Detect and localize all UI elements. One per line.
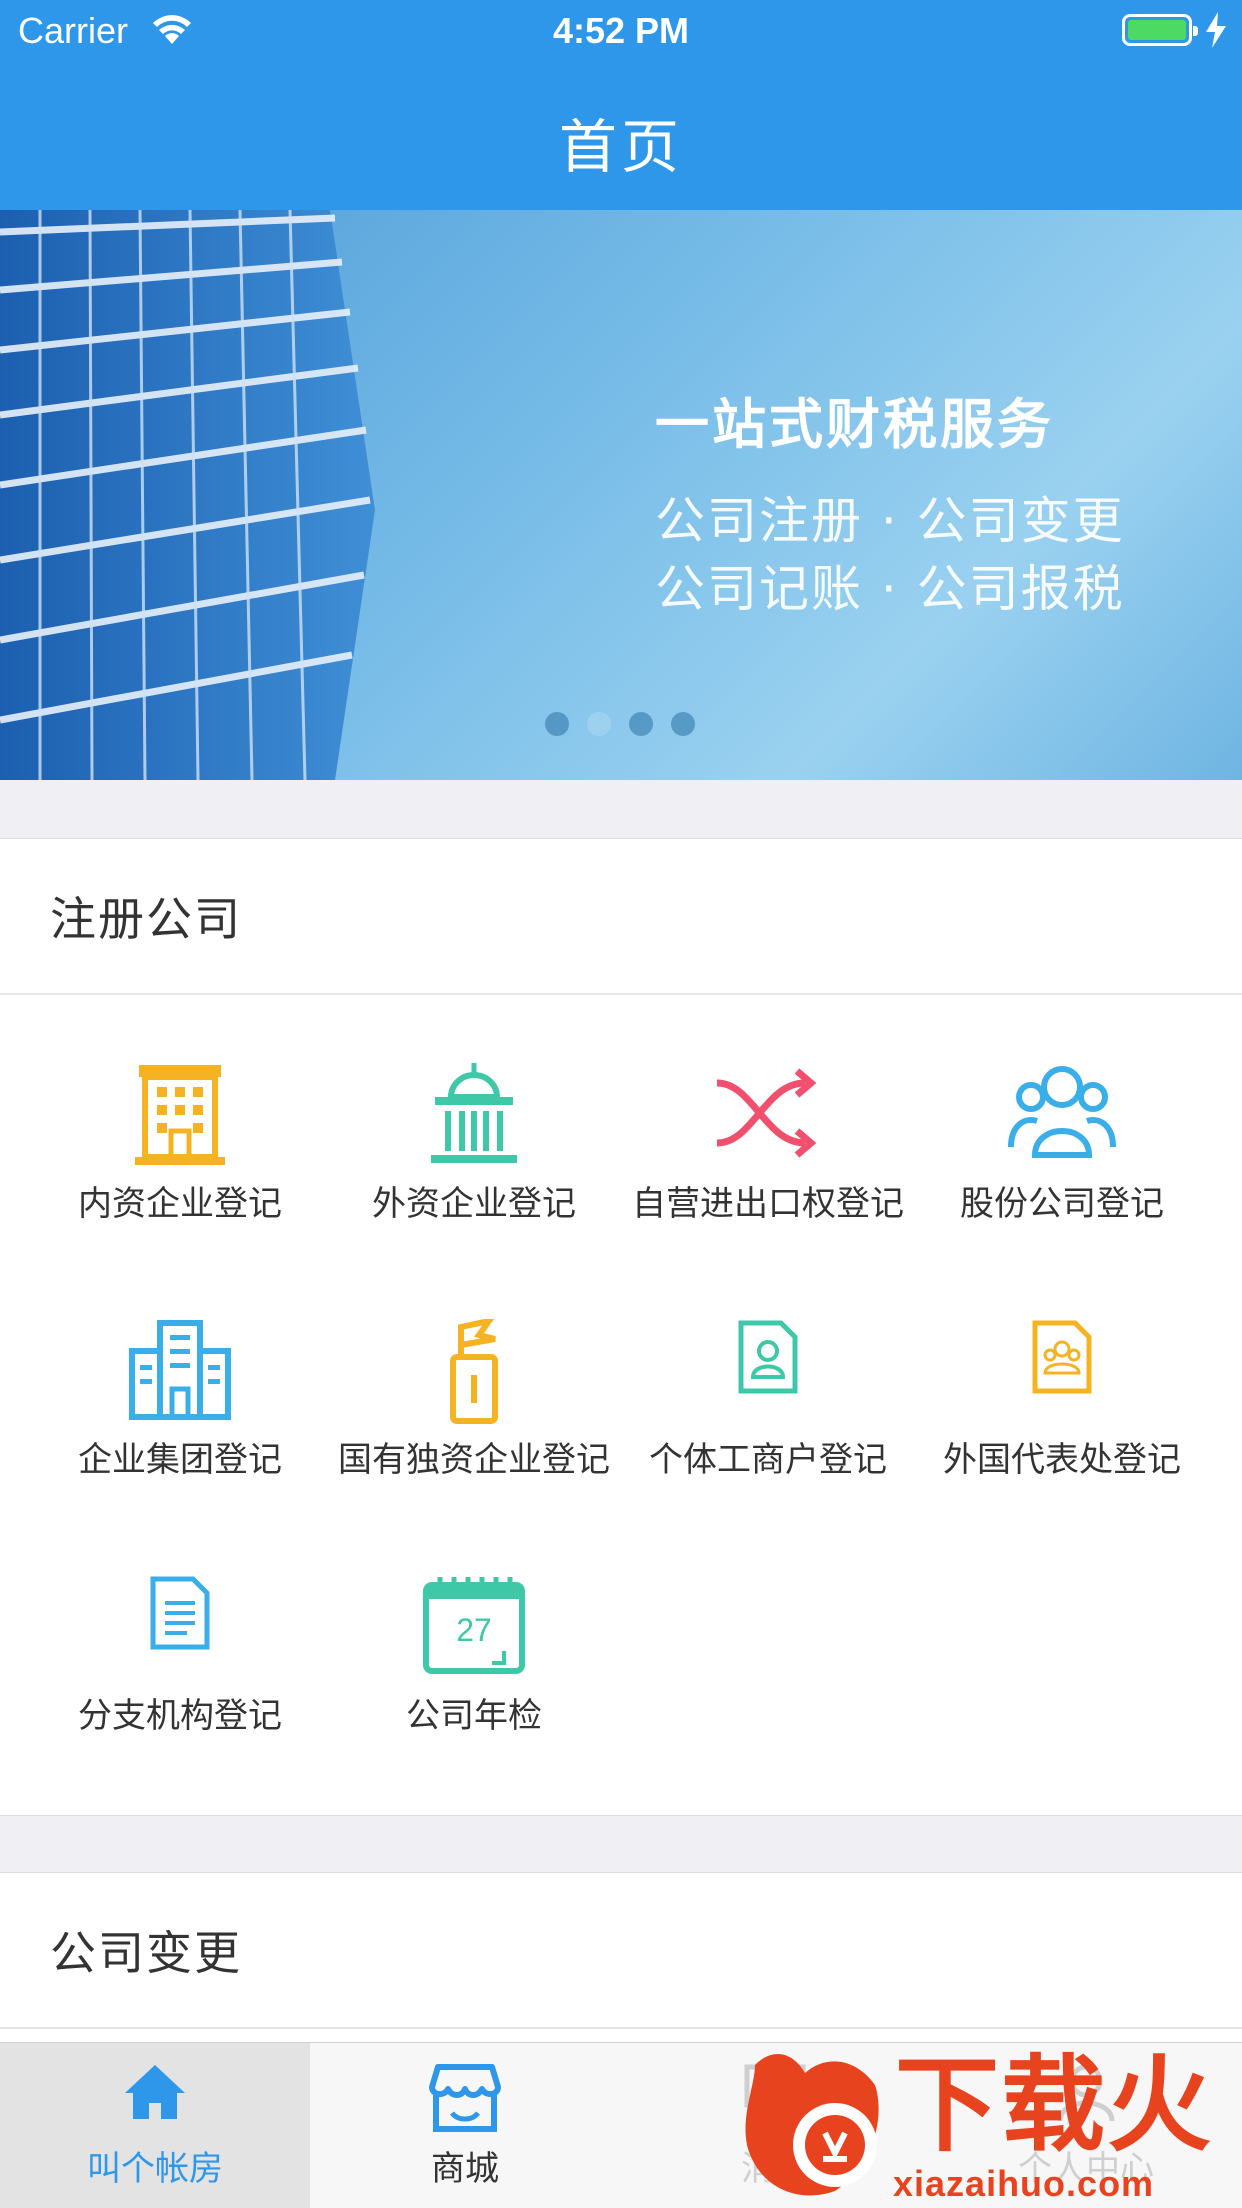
section-header: 注册公司 xyxy=(0,839,1242,995)
service-label: 股份公司登记 xyxy=(960,1184,1164,1224)
service-item-rep-office[interactable]: 外国代表处登记 xyxy=(915,1319,1209,1483)
tab-label: 商城 xyxy=(431,2149,499,2189)
service-label: 公司年检 xyxy=(406,1696,542,1736)
page-dot[interactable] xyxy=(545,712,569,736)
page-title: 首页 xyxy=(558,113,683,181)
register-company-section: 注册公司 内资企业登记 外资企业登记 自营进出口权登记 股份公司登记 企业集团登… xyxy=(0,838,1242,1816)
watermark: 下载火 xiazaihuo.com xyxy=(735,2045,1242,2208)
store-icon xyxy=(429,2064,501,2132)
page-dot[interactable] xyxy=(671,712,695,736)
service-label: 外资企业登记 xyxy=(372,1184,576,1224)
clock: 4:52 PM xyxy=(552,10,690,51)
watermark-logo-icon xyxy=(745,2053,879,2196)
service-label: 企业集团登记 xyxy=(78,1440,282,1480)
service-label: 个体工商户登记 xyxy=(649,1440,887,1480)
tab-label: 叫个帐房 xyxy=(87,2149,223,2189)
section-title: 公司变更 xyxy=(50,1926,242,1980)
top-bar: Carrier 4:52 PM 首页 xyxy=(0,0,1242,210)
promo-banner[interactable]: 一站式财税服务 公司注册 · 公司变更 公司记账 · 公司报税 xyxy=(0,210,1242,780)
service-label: 国有独资企业登记 xyxy=(338,1440,610,1480)
service-item-domestic[interactable]: 内资企业登记 xyxy=(33,1063,327,1227)
service-label: 外国代表处登记 xyxy=(943,1440,1181,1480)
service-item-individual[interactable]: 个体工商户登记 xyxy=(621,1319,915,1483)
shuffle-arrows-icon xyxy=(716,1068,817,1158)
service-item-foreign[interactable]: 外资企业登记 xyxy=(327,1063,621,1227)
service-item-joint-stock[interactable]: 股份公司登记 xyxy=(915,1063,1209,1227)
page-dot-active[interactable] xyxy=(587,712,611,736)
government-building-icon xyxy=(431,1063,517,1163)
home-icon xyxy=(125,2065,185,2119)
service-item-branch[interactable]: 分支机构登记 xyxy=(33,1575,327,1739)
flag-tower-icon xyxy=(450,1319,498,1424)
watermark-url: xiazaihuo.com xyxy=(893,2163,1155,2204)
group-people-icon xyxy=(1008,1066,1116,1158)
city-buildings-icon xyxy=(129,1320,231,1420)
service-item-import-export[interactable]: 自营进出口权登记 xyxy=(621,1063,915,1227)
tab-home[interactable]: 叫个帐房 xyxy=(0,2043,310,2208)
status-bar: Carrier 4:52 PM xyxy=(0,0,1242,62)
service-label: 内资企业登记 xyxy=(78,1184,282,1224)
service-item-annual-inspection[interactable]: 27 公司年检 xyxy=(327,1575,621,1739)
charging-bolt-icon xyxy=(1206,12,1226,48)
calendar-icon: 27 xyxy=(423,1577,525,1674)
service-label: 分支机构登记 xyxy=(78,1696,282,1736)
page-indicator[interactable] xyxy=(545,712,695,736)
tab-store[interactable]: 商城 xyxy=(310,2043,620,2208)
page-dot[interactable] xyxy=(629,712,653,736)
office-building-icon xyxy=(135,1065,225,1165)
text-document-icon xyxy=(150,1576,210,1650)
group-document-icon xyxy=(1032,1320,1092,1394)
banner-line-2: 公司记账 · 公司报税 xyxy=(655,560,1125,618)
person-id-document-icon xyxy=(738,1320,798,1394)
section-title: 注册公司 xyxy=(50,892,242,946)
service-label: 自营进出口权登记 xyxy=(632,1184,904,1224)
banner-title: 一站式财税服务 xyxy=(655,393,1054,456)
watermark-text: 下载火 xyxy=(895,2048,1214,2164)
service-item-state-owned[interactable]: 国有独资企业登记 xyxy=(327,1319,621,1483)
section-header: 公司变更 xyxy=(0,1873,1242,2029)
calendar-day: 27 xyxy=(456,1612,492,1648)
service-item-group[interactable]: 企业集团登记 xyxy=(33,1319,327,1483)
battery-icon xyxy=(1122,14,1198,46)
banner-line-1: 公司注册 · 公司变更 xyxy=(655,492,1125,550)
banner-copy: 一站式财税服务 公司注册 · 公司变更 公司记账 · 公司报税 xyxy=(655,380,1125,623)
